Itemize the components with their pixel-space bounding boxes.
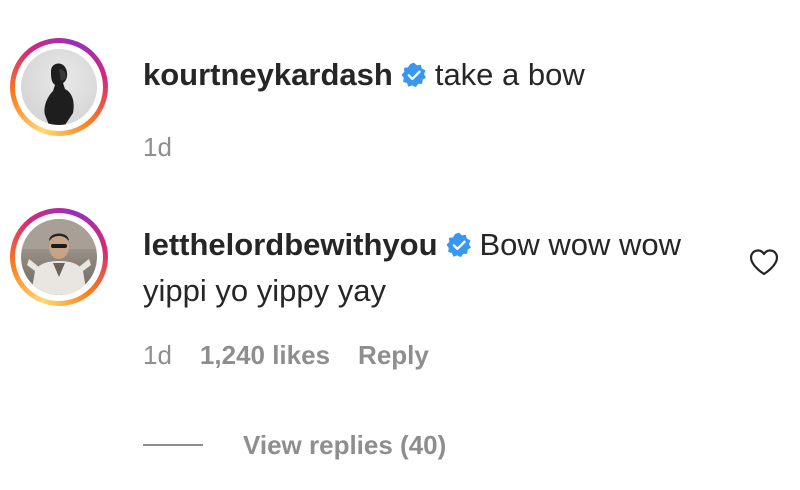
avatar-border	[15, 43, 103, 131]
comment-text-block: kourtneykardash take a bow	[143, 52, 703, 98]
avatar-story-ring[interactable]	[10, 208, 108, 306]
comment-username[interactable]: kourtneykardash	[143, 57, 393, 92]
avatar-border	[15, 213, 103, 301]
view-replies-button[interactable]: View replies (40)	[143, 425, 446, 465]
likes-count[interactable]: 1,240 likes	[200, 340, 330, 370]
verified-badge-icon	[401, 62, 426, 88]
avatar-story-ring[interactable]	[10, 38, 108, 136]
heart-icon[interactable]	[748, 246, 780, 278]
view-replies-divider	[143, 444, 203, 446]
avatar[interactable]	[21, 219, 97, 295]
comment-timestamp[interactable]: 1d	[143, 132, 172, 162]
comment-text-block: letthelordbewithyou Bow wow wow yippi yo…	[143, 222, 703, 314]
avatar[interactable]	[21, 49, 97, 125]
view-replies-label: View replies (40)	[243, 429, 447, 460]
comment-body: take a bow	[434, 57, 585, 92]
comment-meta: 1d 1,240 likes Reply	[143, 340, 457, 371]
avatar-photo-icon	[44, 63, 74, 125]
comment-username[interactable]: letthelordbewithyou	[143, 227, 438, 262]
avatar-photo-icon	[21, 219, 97, 295]
comment-timestamp[interactable]: 1d	[143, 340, 172, 370]
verified-badge-icon	[446, 232, 471, 258]
reply-button[interactable]: Reply	[358, 340, 429, 370]
comment-meta: 1d	[143, 132, 200, 163]
